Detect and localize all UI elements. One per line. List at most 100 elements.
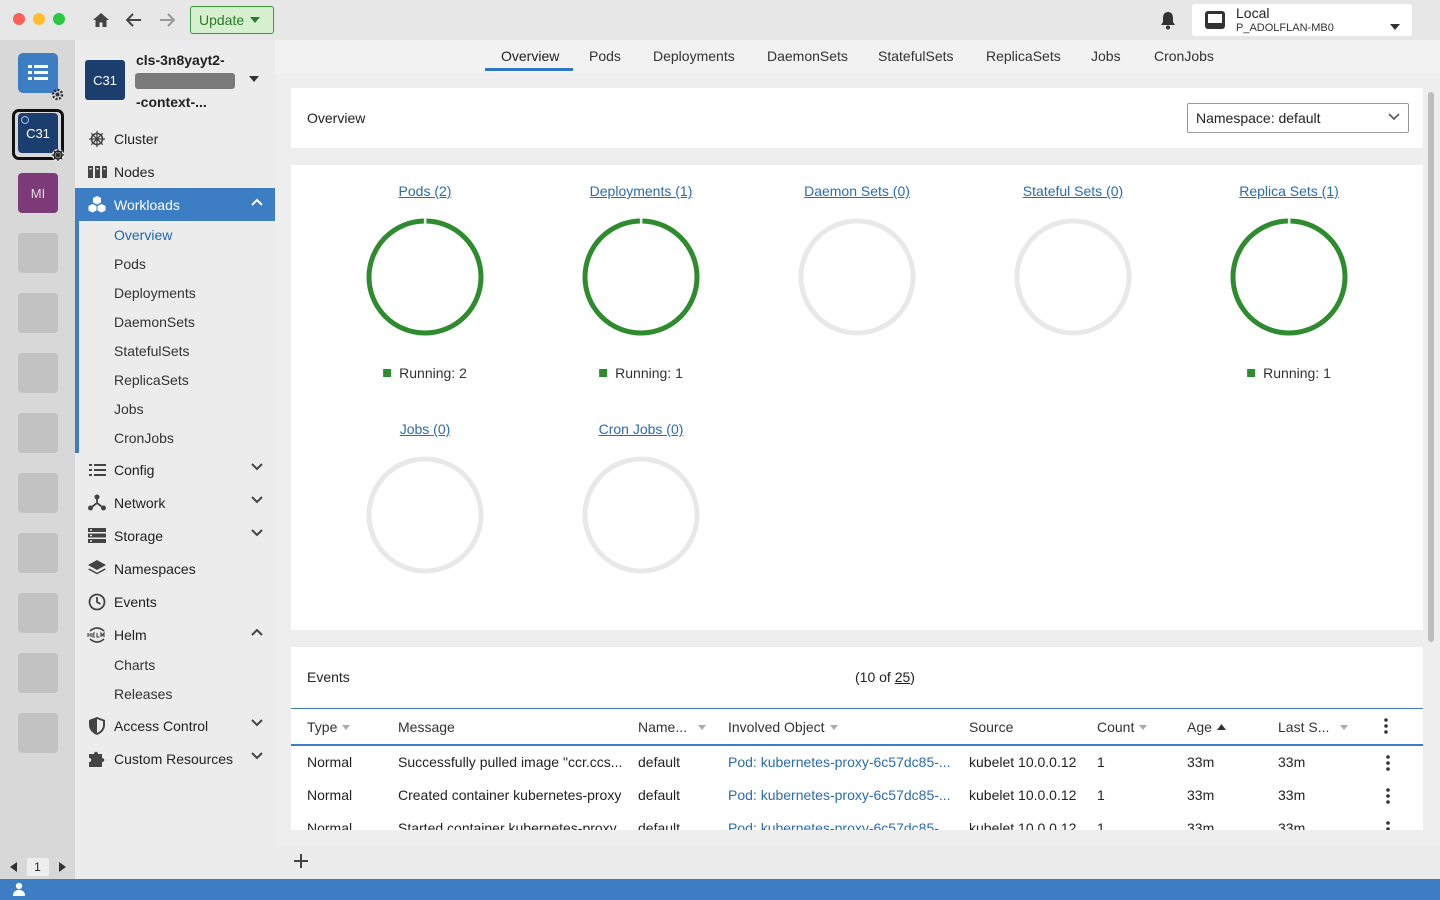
row-menu-kebab-icon[interactable] [1386,788,1390,804]
tab-overview[interactable]: Overview [501,48,559,64]
chart-title-jobs[interactable]: Jobs (0) [400,421,451,437]
daemonsets-donut [798,218,916,336]
hotbar-empty-slot[interactable] [18,473,58,513]
submenu-item-pods[interactable]: Pods [114,256,146,272]
column-header-count[interactable]: Count [1097,719,1148,735]
sort-caret-icon [829,724,838,730]
column-header-type[interactable]: Type [307,719,351,735]
submenu-item-statefulsets[interactable]: StatefulSets [114,343,190,359]
triangle-right-icon[interactable] [58,862,66,872]
tab-replicasets[interactable]: ReplicaSets [986,48,1061,64]
column-header-namespace[interactable]: Name... [638,719,707,735]
list-icon [87,460,107,480]
sidebar-item-custom-resources[interactable]: Custom Resources [75,742,275,775]
table-row[interactable]: Normal Started container kubernetes-prox… [291,813,1423,830]
submenu-item-deployments[interactable]: Deployments [114,285,196,301]
chart-title-daemonsets[interactable]: Daemon Sets (0) [804,183,910,199]
home-icon[interactable] [90,10,112,30]
sort-caret-icon [342,724,351,730]
tab-jobs[interactable]: Jobs [1091,48,1121,64]
sidebar-item-namespaces[interactable]: Namespaces [75,552,275,585]
cell-involved-object-link[interactable]: Pod: kubernetes-proxy-6c57dc85-... [728,787,958,803]
submenu-item-overview[interactable]: Overview [114,227,172,243]
table-row[interactable]: Normal Created container kubernetes-prox… [291,780,1423,813]
catalog-button[interactable] [18,53,58,93]
chart-title-deployments[interactable]: Deployments (1) [590,183,693,199]
sidebar-item-access-control[interactable]: Access Control [75,709,275,742]
tab-pods[interactable]: Pods [589,48,621,64]
tab-statefulsets[interactable]: StatefulSets [878,48,954,64]
events-count-total-link[interactable]: 25 [895,669,911,685]
chart-title-replicasets[interactable]: Replica Sets (1) [1239,183,1339,199]
legend-label: Running: 1 [615,365,683,381]
row-menu-kebab-icon[interactable] [1386,755,1390,771]
cell-involved-object-link[interactable]: Pod: kubernetes-proxy-6c57dc85-... [728,820,958,830]
sidebar-item-storage[interactable]: Storage [75,519,275,552]
hotbar-empty-slot[interactable] [18,533,58,573]
cluster-selector[interactable]: Local P_ADOLFLAN-MB0 [1192,4,1412,36]
donut-slice-running[interactable] [1230,218,1348,336]
hotbar-empty-slot[interactable] [18,293,58,333]
helm-logo-icon [87,625,107,645]
hotbar-empty-slot[interactable] [18,353,58,393]
donut-slice-running[interactable] [366,218,484,336]
triangle-left-icon[interactable] [9,862,17,872]
column-header-age[interactable]: Age [1187,719,1226,735]
vertical-scrollbar[interactable] [1428,92,1434,642]
bell-icon[interactable] [1159,11,1177,33]
column-header-last-seen[interactable]: Last S... [1278,719,1349,735]
maximize-window-button[interactable] [53,13,65,25]
monitor-icon [1204,10,1226,33]
sidebar-item-nodes[interactable]: Nodes [75,155,275,188]
legend-label: Running: 2 [399,365,467,381]
cell-involved-object-link[interactable]: Pod: kubernetes-proxy-6c57dc85-... [728,754,958,770]
hotbar-empty-slot[interactable] [18,593,58,633]
caret-down-icon[interactable] [249,76,259,82]
row-menu-kebab-icon[interactable] [1386,821,1390,830]
cluster-header[interactable]: C31 cls-3n8yayt2- -context-... [75,40,275,122]
update-button[interactable]: Update [190,6,274,34]
tab-cronjobs[interactable]: CronJobs [1154,48,1214,64]
sidebar-item-network[interactable]: Network [75,486,275,519]
column-header-involved-object[interactable]: Involved Object [728,719,838,735]
user-icon[interactable] [13,882,25,896]
namespace-select[interactable]: Namespace: default [1187,103,1409,133]
back-arrow-icon[interactable] [123,10,145,30]
submenu-item-jobs[interactable]: Jobs [114,401,144,417]
submenu-item-daemonsets[interactable]: DaemonSets [114,314,195,330]
hotbar-empty-slot[interactable] [18,413,58,453]
column-header-message[interactable]: Message [398,719,455,735]
hotbar-empty-slot[interactable] [18,653,58,693]
shield-icon [87,716,107,736]
hotbar-empty-slot[interactable] [18,713,58,753]
sidebar-item-cluster[interactable]: Cluster [75,122,275,155]
sidebar-item-workloads[interactable]: Workloads [75,188,275,221]
hotbar-empty-slot[interactable] [18,233,58,273]
chart-title-statefulsets[interactable]: Stateful Sets (0) [1023,183,1123,199]
status-dot-icon [21,116,29,124]
submenu-item-replicasets[interactable]: ReplicaSets [114,372,189,388]
sidebar-item-events[interactable]: Events [75,585,275,618]
cell-namespace: default [638,820,681,830]
hotbar-item-mi[interactable]: MI [18,173,58,213]
tab-daemonsets[interactable]: DaemonSets [767,48,848,64]
sidebar-item-helm[interactable]: Helm [75,618,275,651]
sidebar-item-config[interactable]: Config [75,453,275,486]
submenu-item-charts[interactable]: Charts [114,657,155,673]
plus-icon[interactable] [293,853,309,869]
table-row[interactable]: Normal Successfully pulled image "ccr.cc… [291,747,1423,780]
jobs-donut [366,456,484,574]
hotbar-item-label: C31 [26,125,50,141]
minimize-window-button[interactable] [33,13,45,25]
submenu-item-releases[interactable]: Releases [114,686,172,702]
donut-slice-running[interactable] [582,218,700,336]
forward-arrow-icon[interactable] [156,10,178,30]
chart-title-pods[interactable]: Pods (2) [399,183,452,199]
caret-down-icon [1390,17,1400,33]
chart-title-cronjobs[interactable]: Cron Jobs (0) [599,421,684,437]
column-menu-kebab-icon[interactable] [1384,718,1388,734]
close-window-button[interactable] [13,13,25,25]
column-header-source[interactable]: Source [969,719,1013,735]
tab-deployments[interactable]: Deployments [653,48,735,64]
submenu-item-cronjobs[interactable]: CronJobs [114,430,174,446]
